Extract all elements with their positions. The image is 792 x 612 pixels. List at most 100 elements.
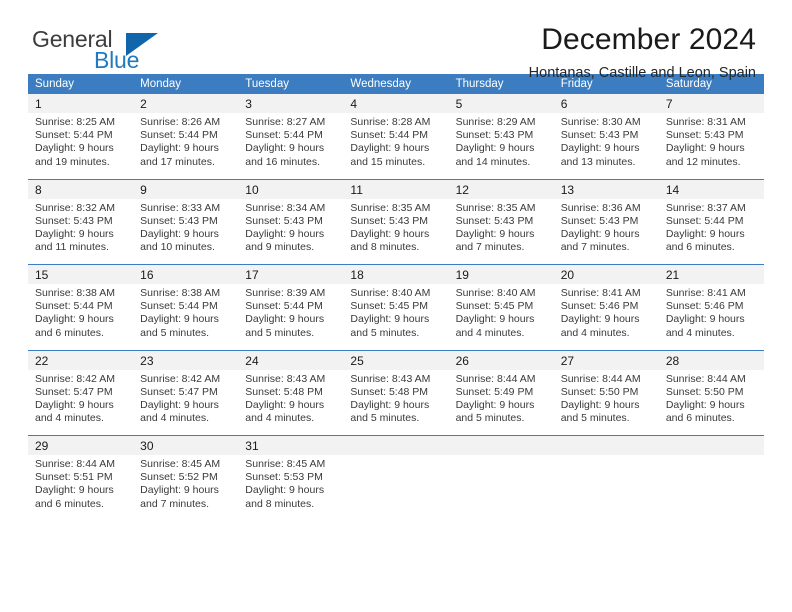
day-number: 19 — [448, 264, 554, 284]
daylight-text-line1: Daylight: 9 hours — [245, 142, 325, 155]
sunset-text: Sunset: 5:45 PM — [350, 300, 429, 313]
day-cell: Sunrise: 8:44 AM Sunset: 5:50 PM Dayligh… — [553, 369, 659, 436]
sunset-text: Sunset: 5:46 PM — [560, 300, 639, 313]
sunrise-text: Sunrise: 8:32 AM — [35, 201, 115, 214]
sunset-text: Sunset: 5:44 PM — [140, 129, 218, 142]
weekday-header-wednesday: Wednesday — [343, 74, 449, 94]
sunrise-text: Sunrise: 8:44 AM — [665, 372, 746, 385]
sunset-text: Sunset: 5:51 PM — [35, 471, 113, 484]
week-1-details: Sunrise: 8:25 AM Sunset: 5:44 PM Dayligh… — [28, 113, 764, 179]
sunset-text: Sunset: 5:46 PM — [665, 300, 744, 313]
day-cell-empty — [553, 455, 659, 521]
sunrise-text: Sunrise: 8:33 AM — [140, 201, 221, 214]
sunset-text: Sunset: 5:43 PM — [455, 129, 534, 142]
day-number: 24 — [238, 349, 344, 370]
day-cell: Sunrise: 8:29 AM Sunset: 5:43 PM Dayligh… — [448, 113, 554, 179]
sunset-text: Sunset: 5:44 PM — [245, 300, 323, 313]
daylight-text-line2: and 4 minutes. — [245, 412, 315, 425]
day-number: 4 — [343, 94, 449, 113]
day-cell: Sunrise: 8:41 AM Sunset: 5:46 PM Dayligh… — [658, 284, 764, 350]
sunset-text: Sunset: 5:43 PM — [245, 214, 323, 227]
daylight-text-line2: and 4 minutes. — [140, 412, 210, 425]
sunrise-text: Sunrise: 8:28 AM — [350, 116, 431, 128]
sunset-text: Sunset: 5:44 PM — [140, 300, 218, 313]
sunset-text: Sunset: 5:49 PM — [455, 385, 534, 398]
sunset-text: Sunset: 5:45 PM — [455, 300, 534, 313]
daylight-text-line2: and 6 minutes. — [35, 497, 104, 510]
day-cell-empty — [448, 455, 554, 521]
daylight-text-line1: Daylight: 9 hours — [35, 398, 114, 411]
day-number-empty — [448, 435, 554, 455]
daylight-text-line2: and 8 minutes. — [245, 497, 315, 510]
day-cell: Sunrise: 8:40 AM Sunset: 5:45 PM Dayligh… — [448, 284, 554, 350]
daylight-text-line2: and 5 minutes. — [140, 326, 210, 339]
calendar-week-5: 29 30 31 Sunrise: 8:44 AM Sunset: 5:51 P… — [28, 435, 764, 521]
day-number: 26 — [448, 349, 554, 370]
day-cell: Sunrise: 8:40 AM Sunset: 5:45 PM Dayligh… — [343, 284, 449, 350]
daylight-text-line1: Daylight: 9 hours — [140, 398, 219, 411]
daylight-text-line2: and 11 minutes. — [35, 241, 109, 254]
sunrise-text: Sunrise: 8:35 AM — [350, 201, 431, 214]
sunset-text: Sunset: 5:43 PM — [350, 214, 429, 227]
daylight-text-line2: and 7 minutes. — [455, 241, 525, 254]
sunrise-text: Sunrise: 8:41 AM — [665, 287, 746, 299]
general-blue-logo: General Blue — [32, 28, 202, 76]
day-number: 7 — [658, 94, 764, 113]
sunrise-text: Sunrise: 8:45 AM — [140, 458, 221, 470]
sunset-text: Sunset: 5:43 PM — [665, 129, 744, 142]
day-cell: Sunrise: 8:44 AM Sunset: 5:51 PM Dayligh… — [28, 455, 134, 521]
daylight-text-line1: Daylight: 9 hours — [665, 398, 745, 411]
daylight-text-line2: and 7 minutes. — [560, 241, 630, 254]
day-number-empty — [343, 435, 449, 455]
day-number: 13 — [553, 178, 659, 199]
daylight-text-line1: Daylight: 9 hours — [35, 313, 114, 326]
logo-text-blue: Blue — [94, 47, 140, 73]
daylight-text-line2: and 17 minutes. — [140, 155, 215, 168]
page-subtitle: Hontanas, Castille and Leon, Spain — [528, 65, 756, 81]
daylight-text-line1: Daylight: 9 hours — [245, 227, 325, 240]
day-cell: Sunrise: 8:38 AM Sunset: 5:44 PM Dayligh… — [133, 284, 239, 350]
daylight-text-line2: and 6 minutes. — [665, 412, 735, 425]
daylight-text-line2: and 7 minutes. — [140, 497, 210, 510]
day-cell: Sunrise: 8:43 AM Sunset: 5:48 PM Dayligh… — [343, 369, 449, 436]
daylight-text-line2: and 15 minutes. — [350, 155, 426, 168]
daylight-text-line1: Daylight: 9 hours — [350, 227, 430, 240]
sunrise-text: Sunrise: 8:44 AM — [560, 372, 641, 385]
day-number: 15 — [28, 264, 134, 284]
day-number: 5 — [448, 94, 554, 113]
sunrise-text: Sunrise: 8:44 AM — [35, 458, 115, 470]
day-cell: Sunrise: 8:43 AM Sunset: 5:48 PM Dayligh… — [238, 369, 344, 436]
sunset-text: Sunset: 5:48 PM — [245, 385, 323, 398]
day-cell: Sunrise: 8:32 AM Sunset: 5:43 PM Dayligh… — [28, 198, 134, 265]
daylight-text-line2: and 4 minutes. — [560, 326, 630, 339]
sunset-text: Sunset: 5:53 PM — [245, 471, 323, 484]
daylight-text-line2: and 4 minutes. — [455, 326, 525, 339]
day-number: 29 — [28, 435, 134, 455]
daylight-text-line1: Daylight: 9 hours — [35, 484, 114, 497]
week-5-details: Sunrise: 8:44 AM Sunset: 5:51 PM Dayligh… — [28, 455, 764, 521]
day-number: 6 — [553, 94, 659, 113]
sunrise-text: Sunrise: 8:37 AM — [665, 201, 746, 214]
day-number: 20 — [553, 264, 659, 284]
week-2-daynumbers: 8 9 10 11 12 13 14 — [28, 178, 764, 199]
day-number: 23 — [133, 349, 239, 370]
day-cell: Sunrise: 8:36 AM Sunset: 5:43 PM Dayligh… — [553, 198, 659, 265]
weekday-header-monday: Monday — [133, 74, 239, 94]
sunrise-text: Sunrise: 8:39 AM — [245, 287, 326, 299]
day-number: 27 — [553, 349, 659, 370]
daylight-text-line2: and 12 minutes. — [665, 155, 741, 168]
sunset-text: Sunset: 5:50 PM — [665, 385, 744, 398]
sunset-text: Sunset: 5:48 PM — [350, 385, 429, 398]
day-cell: Sunrise: 8:45 AM Sunset: 5:53 PM Dayligh… — [238, 455, 344, 521]
day-number: 14 — [658, 178, 764, 199]
day-cell: Sunrise: 8:35 AM Sunset: 5:43 PM Dayligh… — [448, 198, 554, 265]
sunrise-text: Sunrise: 8:26 AM — [140, 116, 221, 128]
sunset-text: Sunset: 5:43 PM — [140, 214, 218, 227]
sunset-text: Sunset: 5:43 PM — [35, 214, 113, 227]
daylight-text-line2: and 14 minutes. — [455, 155, 531, 168]
sunset-text: Sunset: 5:44 PM — [245, 129, 323, 142]
sunrise-text: Sunrise: 8:43 AM — [350, 372, 431, 385]
daylight-text-line1: Daylight: 9 hours — [245, 484, 325, 497]
sunrise-text: Sunrise: 8:27 AM — [245, 116, 326, 128]
day-cell: Sunrise: 8:34 AM Sunset: 5:43 PM Dayligh… — [238, 198, 344, 265]
